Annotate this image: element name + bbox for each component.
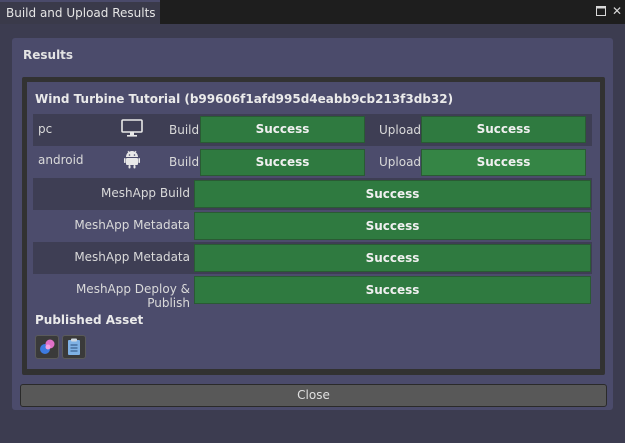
- step-status: Success: [194, 212, 591, 240]
- pc-upload-status: Success: [421, 116, 586, 143]
- clipboard-button[interactable]: [62, 335, 86, 359]
- step-status: Success: [194, 276, 591, 304]
- close-icon[interactable]: ✕: [609, 2, 625, 20]
- step-label: MeshApp Metadata: [74, 218, 190, 232]
- maximize-icon[interactable]: [593, 2, 609, 20]
- project-title: Wind Turbine Tutorial (b99606f1afd995d4e…: [35, 92, 454, 106]
- upload-label: Upload: [379, 155, 422, 169]
- step-label: MeshApp Build: [101, 186, 190, 200]
- mesh-asset-icon: [40, 339, 55, 354]
- step-label: MeshApp Deploy & Publish: [75, 282, 190, 310]
- platform-name: android: [38, 153, 84, 167]
- results-heading: Results: [23, 48, 74, 62]
- step-status: Success: [194, 244, 591, 272]
- build-label: Build: [169, 155, 200, 169]
- published-asset-heading: Published Asset: [35, 313, 144, 327]
- android-upload-status: Success: [421, 149, 586, 176]
- upload-label: Upload: [379, 123, 422, 137]
- window-tab[interactable]: Build and Upload Results: [0, 0, 160, 24]
- step-status: Success: [194, 180, 591, 208]
- monitor-icon: [121, 119, 143, 141]
- clipboard-icon: [68, 338, 80, 355]
- android-build-status: Success: [200, 149, 365, 176]
- pc-build-status: Success: [200, 116, 365, 143]
- title-bar: Build and Upload Results ✕: [0, 0, 625, 24]
- mesh-asset-button[interactable]: [35, 335, 59, 359]
- step-label: MeshApp Metadata: [74, 250, 190, 264]
- android-icon: [124, 149, 140, 173]
- close-button[interactable]: Close: [20, 384, 607, 407]
- platform-name: pc: [38, 122, 53, 136]
- build-label: Build: [169, 123, 200, 137]
